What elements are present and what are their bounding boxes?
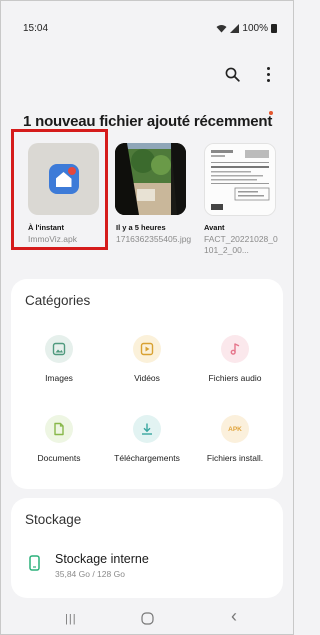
apk-icon: APK — [221, 415, 249, 443]
category-install-files[interactable]: APK Fichiers install. — [189, 415, 281, 463]
recent-file-thumbnail-photo[interactable] — [115, 143, 186, 215]
storage-title: Stockage — [25, 512, 82, 527]
status-bar: 15:04 100% — [1, 1, 293, 41]
download-icon — [133, 415, 161, 443]
battery-percent: 100% — [242, 23, 268, 34]
category-label: Documents — [37, 453, 81, 463]
category-label: Images — [45, 373, 73, 383]
recent-file-time: Avant — [204, 223, 225, 232]
status-time: 15:04 — [23, 23, 49, 34]
video-icon — [133, 335, 161, 363]
selection-highlight — [11, 129, 108, 250]
category-label: Vidéos — [134, 373, 160, 383]
storage-card: Stockage Stockage interne 35,84 Go / 128… — [11, 498, 283, 598]
home-icon — [141, 612, 154, 625]
apk-text: APK — [228, 425, 242, 433]
photo-preview — [115, 143, 186, 215]
status-icons: 100% — [216, 23, 277, 34]
recent-file-time: Il y a 5 heures — [116, 223, 166, 232]
battery-icon — [271, 24, 277, 33]
storage-size: 35,84 Go / 128 Go — [55, 569, 125, 579]
more-options-button[interactable] — [257, 63, 279, 85]
music-note-icon — [221, 335, 249, 363]
category-audio[interactable]: Fichiers audio — [189, 335, 281, 383]
home-button[interactable] — [141, 612, 154, 628]
storage-internal-item[interactable]: Stockage interne 35,84 Go / 128 Go — [29, 552, 149, 579]
toolbar-actions — [221, 63, 279, 85]
search-icon — [225, 67, 240, 82]
document-preview — [205, 144, 275, 215]
category-downloads[interactable]: Téléchargements — [101, 415, 193, 463]
category-videos[interactable]: Vidéos — [101, 335, 193, 383]
more-options-icon — [266, 66, 270, 82]
category-label: Fichiers install. — [206, 453, 264, 463]
category-label: Fichiers audio — [208, 373, 262, 383]
storage-name: Stockage interne — [55, 552, 149, 566]
navigation-bar: ||| ‹ — [1, 604, 293, 634]
recent-file-name[interactable]: 1716362355405.jpg — [116, 234, 194, 245]
new-indicator-dot — [269, 111, 273, 115]
category-label: Téléchargements — [114, 453, 180, 463]
recents-button[interactable]: ||| — [65, 613, 77, 625]
screen: 15:04 100% 1 nouveau fichier ajouté réce… — [0, 0, 294, 635]
recent-file-thumbnail-document[interactable] — [204, 143, 276, 216]
phone-icon — [29, 555, 40, 571]
recent-files-title: 1 nouveau fichier ajouté récemment — [23, 113, 273, 130]
back-button[interactable]: ‹ — [231, 606, 237, 627]
signal-icon — [230, 24, 240, 33]
search-button[interactable] — [221, 63, 243, 85]
categories-title: Catégories — [25, 293, 91, 308]
wifi-icon — [216, 25, 227, 33]
image-icon — [45, 335, 73, 363]
category-images[interactable]: Images — [13, 335, 105, 383]
document-icon — [45, 415, 73, 443]
recent-file-name[interactable]: FACT_20221028_0101_2_00... — [204, 234, 282, 256]
category-documents[interactable]: Documents — [13, 415, 105, 463]
categories-card: Catégories Images Vidéos Fichiers audio … — [11, 279, 283, 489]
